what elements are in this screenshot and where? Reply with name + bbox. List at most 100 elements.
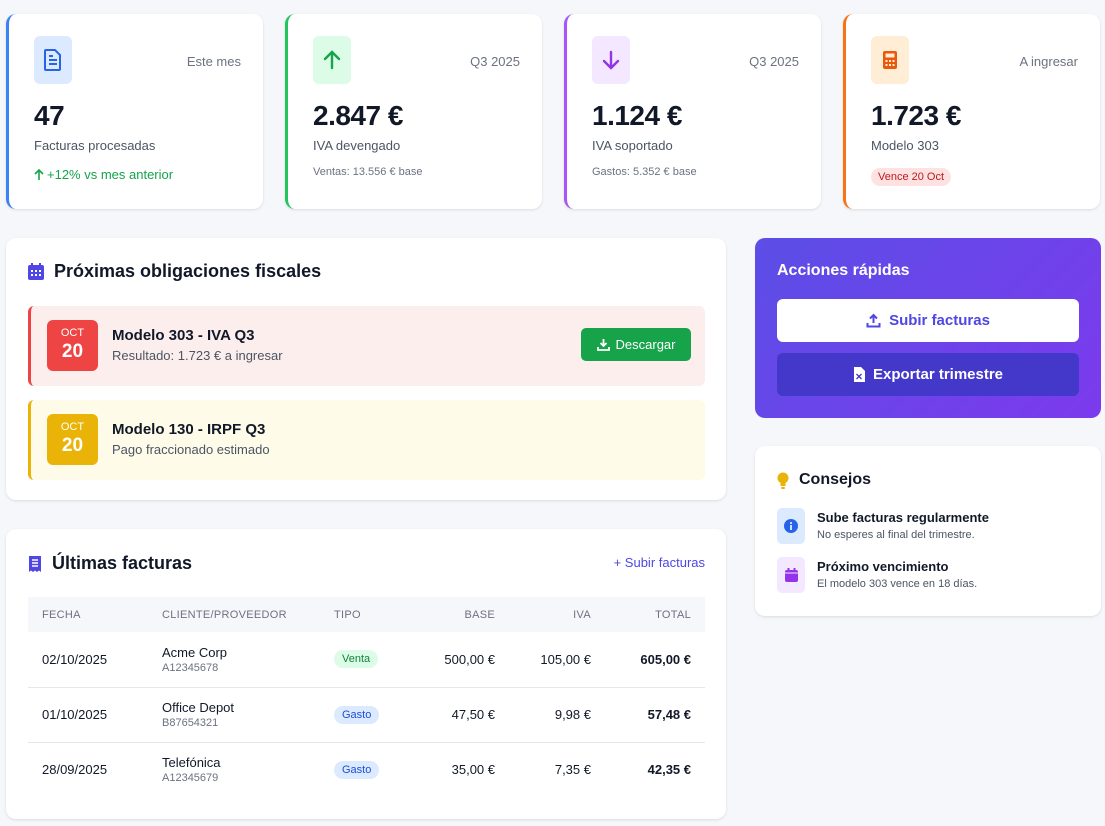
tip-item: Sube facturas regularmente No esperes al… [777,508,1077,548]
export-quarter-button[interactable]: Exportar trimestre [777,353,1079,396]
table-row[interactable]: 02/10/2025 Acme Corp A12345678 Venta 500,… [28,632,705,688]
tip-item: Próximo vencimiento El modelo 303 vence … [777,557,1077,597]
obligation-desc: Resultado: 1.723 € a ingresar [112,348,283,363]
cell-client: Telefónica A12345679 [148,742,320,797]
excel-file-icon [853,367,865,382]
receipt-icon [29,555,41,572]
cell-client: Office Depot B87654321 [148,687,320,743]
cell-type: Gasto [320,742,400,797]
document-icon [34,36,72,84]
client-id: A12345678 [162,661,219,674]
export-quarter-label: Exportar trimestre [872,366,1004,383]
stat-trend-text: +12% vs mes anterior [47,167,174,182]
lightbulb-icon [777,472,789,489]
download-icon [596,339,610,351]
cell-base: 47,50 € [400,687,509,743]
due-badge: Vence 20 Oct [871,168,952,186]
tip-desc: No esperes al final del trimestre. [817,529,975,541]
invoices-panel: Últimas facturas + Subir facturas FECHA … [6,529,726,819]
obligation-title: Modelo 130 - IRPF Q3 [112,421,266,438]
stat-card-iva-devengado: Q3 2025 2.847 € IVA devengado Ventas: 13… [285,14,542,209]
stat-card-modelo-303: A ingresar 1.723 € Modelo 303 Vence 20 O… [843,14,1100,209]
col-fecha: FECHA [42,608,81,621]
cell-total: 42,35 € [647,762,691,778]
upload-invoices-label: Subir facturas [889,312,990,329]
date-badge: OCT 20 [47,414,98,465]
calculator-icon [871,36,909,84]
stat-sub: Gastos: 5.352 € base [592,166,697,178]
col-iva: IVA [573,608,591,621]
tips-heading: Consejos [777,471,871,489]
download-label: Descargar [615,337,676,352]
table-row[interactable]: 01/10/2025 Office Depot B87654321 Gasto 4… [28,687,705,743]
calendar-icon [777,557,805,593]
obligations-heading: Próximas obligaciones fiscales [28,261,321,282]
stat-label: Modelo 303 [871,138,939,153]
cell-date: 28/09/2025 [42,762,108,778]
cell-type: Gasto [320,687,400,743]
date-day: 20 [61,435,84,456]
client-name: Office Depot [162,700,235,715]
date-month: OCT [60,327,85,339]
type-badge: Gasto [334,705,380,724]
download-button[interactable]: Descargar [581,328,691,361]
table-header: FECHA CLIENTE/PROVEEDOR TIPO BASE IVA TO… [28,597,705,632]
cell-base: 35,00 € [451,762,495,778]
stat-period: Q3 2025 [470,54,520,69]
stat-period: Q3 2025 [749,54,799,69]
date-day: 20 [61,341,84,362]
col-cliente: CLIENTE/PROVEEDOR [162,608,287,621]
cell-date: 02/10/2025 [28,632,148,688]
table-row[interactable]: 28/09/2025 Telefónica A12345679 Gasto 35,… [28,742,705,797]
arrow-up-icon [34,168,44,180]
date-month: OCT [60,421,85,433]
obligation-item: OCT 20 Modelo 303 - IVA Q3 Resultado: 1.… [28,306,705,386]
stat-card-invoices: Este mes 47 Facturas procesadas +12% vs … [6,14,263,209]
stat-label: IVA devengado [313,138,401,153]
client-name: Acme Corp [162,644,228,660]
tip-desc: El modelo 303 vence en 18 días. [817,578,978,590]
cell-type: Venta [320,632,400,688]
stat-label: Facturas procesadas [34,138,156,153]
date-badge: OCT 20 [47,320,98,371]
upload-icon [866,313,881,328]
arrow-up-icon [313,36,351,84]
stat-value: 2.847 € [313,100,403,131]
tips-title: Consejos [799,471,872,488]
stat-value: 1.124 € [592,100,682,131]
invoices-heading: Últimas facturas [28,553,192,574]
quick-actions-panel: Acciones rápidas Subir facturas Exportar… [755,238,1101,418]
cell-iva: 7,35 € [554,762,591,778]
tips-panel: Consejos Sube facturas regularmente No e… [755,446,1101,616]
arrow-down-icon [592,36,630,84]
quick-actions-title: Acciones rápidas [777,262,910,279]
stat-period: Este mes [186,54,241,69]
obligation-desc: Pago fraccionado estimado [112,442,270,457]
cell-total: 57,48 € [605,687,705,743]
tip-title: Próximo vencimiento [817,559,949,574]
col-tipo: TIPO [334,608,361,621]
col-total: TOTAL [655,608,691,621]
upload-invoices-button[interactable]: Subir facturas [777,299,1079,342]
obligation-title: Modelo 303 - IVA Q3 [112,327,255,344]
type-badge: Gasto [334,760,380,779]
cell-iva: 9,98 € [509,687,605,743]
obligation-item: OCT 20 Modelo 130 - IRPF Q3 Pago fraccio… [28,400,705,480]
cell-base: 500,00 € [400,632,509,688]
cell-client: Acme Corp A12345678 [148,632,320,688]
tip-title: Sube facturas regularmente [817,510,989,525]
client-name: Telefónica [162,755,221,771]
stat-card-iva-soportado: Q3 2025 1.124 € IVA soportado Gastos: 5.… [564,14,821,209]
calendar-icon [28,263,44,280]
stat-value: 1.723 € [871,100,961,131]
obligations-panel: Próximas obligaciones fiscales OCT 20 Mo… [6,238,726,500]
stat-trend: +12% vs mes anterior [34,167,173,182]
obligations-title: Próximas obligaciones fiscales [54,261,322,281]
stat-value: 47 [34,100,65,131]
cell-total: 605,00 € [605,632,705,688]
client-id: A12345679 [162,772,219,785]
stat-period: A ingresar [1019,54,1078,69]
upload-invoices-link[interactable]: + Subir facturas [614,555,705,570]
type-badge: Venta [334,650,379,669]
client-id: B87654321 [162,717,219,729]
